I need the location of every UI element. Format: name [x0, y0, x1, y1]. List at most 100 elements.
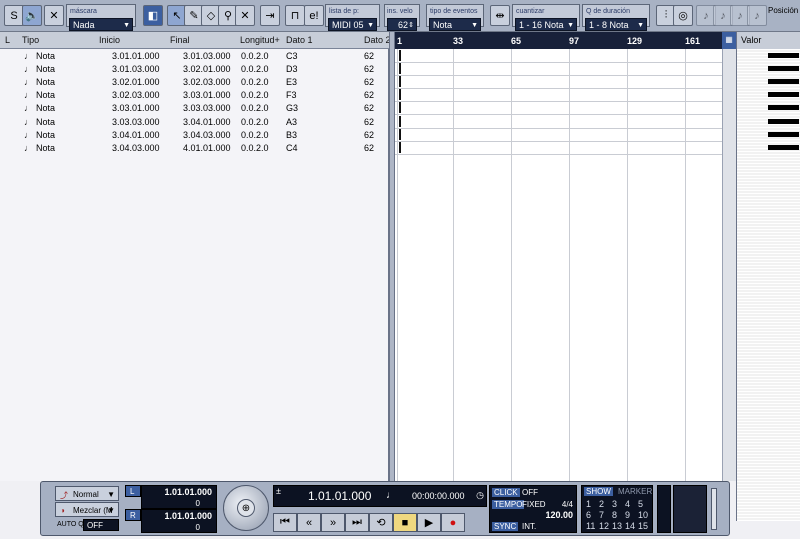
list-cell-dato2[interactable]: 62: [364, 130, 374, 140]
autoscroll-icon[interactable]: ⇥: [260, 5, 280, 26]
solo-icon[interactable]: S: [4, 5, 24, 26]
midi-input-icon[interactable]: ◎: [673, 5, 693, 26]
event-marker[interactable]: [399, 76, 401, 88]
mode-select[interactable]: ⤴ Normal ▼: [55, 486, 119, 501]
velocity-bar[interactable]: [768, 144, 799, 150]
list-cell-inicio[interactable]: 3.02.01.000: [112, 77, 160, 87]
list-cell-final[interactable]: 3.02.01.000: [183, 64, 231, 74]
list-cell-dato2[interactable]: 62: [364, 143, 374, 153]
column-header-inicio[interactable]: Inicio: [99, 35, 120, 45]
list-cell-dato2[interactable]: 62: [364, 103, 374, 113]
show-label[interactable]: SHOW: [584, 487, 613, 496]
list-cell-dato1[interactable]: C4: [286, 143, 298, 153]
event-marker[interactable]: [399, 89, 401, 101]
list-cell-longitud[interactable]: 0.0.2.0: [241, 103, 269, 113]
marker-number[interactable]: 4: [625, 499, 630, 509]
list-cell-inicio[interactable]: 3.01.01.000: [112, 51, 160, 61]
list-cell-longitud[interactable]: 0.0.2.0: [241, 64, 269, 74]
autoq-label[interactable]: AUTO Q: [57, 521, 84, 528]
list-cell-inicio[interactable]: 3.02.03.000: [112, 90, 160, 100]
sync-label[interactable]: SYNC: [492, 522, 519, 531]
column-header-tipo[interactable]: Tipo: [22, 35, 39, 45]
list-cell-dato1[interactable]: D3: [286, 64, 298, 74]
list-cell-dato1[interactable]: E3: [286, 77, 297, 87]
scroll-strip[interactable]: [722, 49, 736, 481]
cuantizar-select[interactable]: 1 - 16 Nota ▼: [515, 18, 577, 31]
list-cell-longitud[interactable]: 0.0.2.0: [241, 117, 269, 127]
list-cell-dato1[interactable]: F3: [286, 90, 297, 100]
list-cell-final[interactable]: 3.02.03.000: [183, 77, 231, 87]
velocity-bar[interactable]: [768, 131, 799, 137]
list-cell-dato2[interactable]: 62: [364, 51, 374, 61]
rewind-button[interactable]: «: [297, 513, 321, 532]
marker-number[interactable]: 13: [612, 521, 622, 531]
event-marker[interactable]: [399, 141, 401, 153]
plus-icon[interactable]: ±: [276, 486, 281, 496]
velocity-bar[interactable]: [768, 66, 799, 72]
edit-in-place-icon[interactable]: e!: [304, 5, 324, 26]
click-label[interactable]: CLICK: [492, 488, 520, 497]
list-cell-inicio[interactable]: 3.03.03.000: [112, 117, 160, 127]
jog-wheel[interactable]: ⊕: [223, 485, 269, 531]
list-cell-longitud[interactable]: 0.0.2.0: [241, 143, 269, 153]
marker-number[interactable]: 10: [638, 510, 648, 520]
velocity-bar[interactable]: [768, 92, 799, 98]
show-info-icon[interactable]: ◧: [143, 5, 163, 26]
speaker-icon[interactable]: 🔈: [22, 5, 42, 26]
tipo-eventos-select[interactable]: Nota ▼: [429, 18, 481, 31]
left-locator-display[interactable]: 1.01.01.000 0: [141, 485, 217, 509]
locators-icon[interactable]: ⊓: [285, 5, 305, 26]
event-display-grid[interactable]: [395, 49, 722, 481]
column-header-longitud[interactable]: Longitud+: [240, 35, 280, 45]
list-cell-dato2[interactable]: 62: [364, 117, 374, 127]
list-item[interactable]: ♩ Nota 3.02.03.000 3.03.01.000 0.0.2.0 F3 62: [0, 89, 389, 102]
list-cell-final[interactable]: 3.04.03.000: [183, 130, 231, 140]
event-marker[interactable]: [399, 63, 401, 75]
position-display[interactable]: ± 1.01.01.000 ♩ 00:00:00.000 ◷: [273, 485, 487, 507]
list-cell-final[interactable]: 3.01.03.000: [183, 51, 231, 61]
value-display[interactable]: [736, 49, 800, 521]
list-cell-dato2[interactable]: 62: [364, 90, 374, 100]
q-duracion-select[interactable]: 1 - 8 Nota ▼: [585, 18, 647, 31]
mascara-select[interactable]: Nada ▼: [69, 18, 133, 31]
lista-select[interactable]: MIDI 05 ▼: [328, 18, 377, 31]
marker-number[interactable]: 2: [599, 499, 604, 509]
list-cell-dato1[interactable]: A3: [286, 117, 297, 127]
marker-number[interactable]: 8: [612, 510, 617, 520]
velocity-bar[interactable]: [768, 79, 799, 85]
marker-number[interactable]: 12: [599, 521, 609, 531]
right-locator-display[interactable]: 1.01.01.000 0: [141, 509, 217, 533]
list-cell-dato1[interactable]: G3: [286, 103, 298, 113]
tempo-label[interactable]: TEMPO: [492, 500, 525, 509]
column-header-l[interactable]: L: [5, 35, 10, 45]
list-cell-final[interactable]: 4.01.01.000: [183, 143, 231, 153]
marker-number[interactable]: 3: [612, 499, 617, 509]
stop-button[interactable]: ■: [393, 513, 417, 532]
marker-number[interactable]: 9: [625, 510, 630, 520]
list-cell-inicio[interactable]: 3.03.01.000: [112, 103, 160, 113]
column-header-dato2[interactable]: Dato 2: [364, 35, 391, 45]
value-toggle-icon[interactable]: ▦: [722, 32, 736, 49]
event-marker[interactable]: [399, 102, 401, 114]
list-cell-inicio[interactable]: 3.04.01.000: [112, 130, 160, 140]
list-cell-longitud[interactable]: 0.0.2.0: [241, 77, 269, 87]
marker-number[interactable]: 15: [638, 521, 648, 531]
go-to-end-button[interactable]: ⏭: [345, 513, 369, 532]
record-button[interactable]: ●: [441, 513, 465, 532]
list-cell-final[interactable]: 3.03.01.000: [183, 90, 231, 100]
marker-number[interactable]: 1: [586, 499, 591, 509]
list-cell-dato1[interactable]: B3: [286, 130, 297, 140]
list-cell-dato1[interactable]: C3: [286, 51, 298, 61]
list-cell-inicio[interactable]: 3.04.03.000: [112, 143, 160, 153]
right-locator-button[interactable]: R: [125, 509, 141, 521]
mute-tool-icon[interactable]: ✕: [235, 5, 255, 26]
event-marker[interactable]: [399, 128, 401, 140]
list-cell-final[interactable]: 3.03.03.000: [183, 103, 231, 113]
list-cell-dato2[interactable]: 62: [364, 77, 374, 87]
autoq-field[interactable]: OFF: [83, 519, 119, 531]
list-cell-longitud[interactable]: 0.0.2.0: [241, 90, 269, 100]
marker-number[interactable]: 14: [625, 521, 635, 531]
list-cell-longitud[interactable]: 0.0.2.0: [241, 130, 269, 140]
event-marker[interactable]: [399, 115, 401, 127]
forward-button[interactable]: »: [321, 513, 345, 532]
